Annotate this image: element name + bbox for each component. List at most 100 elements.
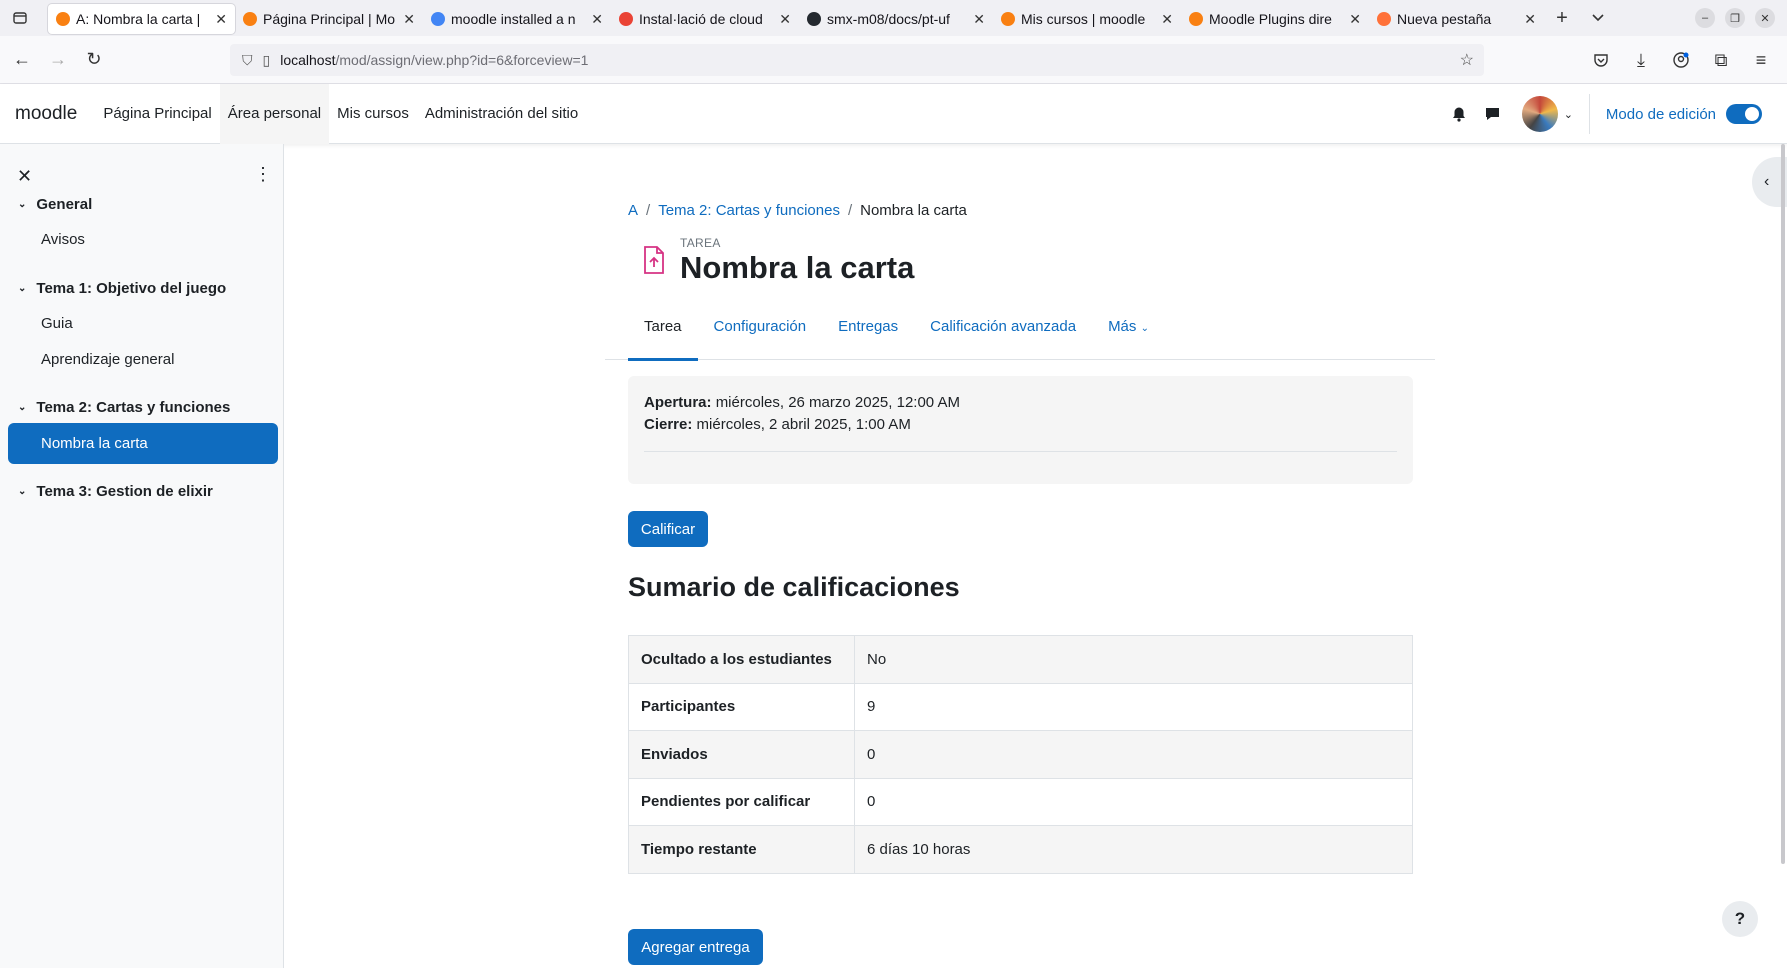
notifications-bell-icon[interactable] xyxy=(1442,106,1476,122)
moodle-header: moodle Página Principal Área personal Mis … xyxy=(0,83,1787,144)
tab-mas[interactable]: Más ⌄ xyxy=(1092,306,1165,360)
table-row: Participantes 9 xyxy=(628,682,1413,731)
account-icon[interactable] xyxy=(1663,42,1699,78)
chevron-down-icon[interactable]: ⌄ xyxy=(18,486,26,497)
primary-nav-item[interactable]: Área personal xyxy=(219,83,330,144)
app-menu-icon[interactable]: ≡ xyxy=(1743,42,1779,78)
close-window-icon[interactable]: ✕ xyxy=(1755,8,1775,28)
user-avatar[interactable] xyxy=(1521,96,1558,132)
breadcrumb-section-link[interactable]: Tema 2: Cartas y funciones xyxy=(658,202,840,219)
header-divider xyxy=(1588,94,1590,134)
course-item-nombra-la-carta[interactable]: Nombra la carta xyxy=(8,423,278,464)
tab-tarea[interactable]: Tarea xyxy=(628,306,698,361)
browser-tab[interactable]: Instal·lació de cloud ✕ xyxy=(611,4,799,34)
firefox-icon xyxy=(1377,12,1391,26)
site-brand[interactable]: moodle xyxy=(15,103,77,125)
page-info-icon[interactable]: ▯ xyxy=(263,52,271,69)
url-path: /mod/assign/view.php?id=6&forceview=1 xyxy=(335,52,589,68)
breadcrumb: A / Tema 2: Cartas y funciones / Nombra … xyxy=(628,202,967,219)
tab-title: smx-m08/docs/pt-uf xyxy=(827,11,950,27)
extensions-icon[interactable]: ⧉ xyxy=(1703,42,1739,78)
close-tab-icon[interactable]: ✕ xyxy=(1524,11,1536,28)
chevron-down-icon: ⌄ xyxy=(1140,323,1149,334)
bookmark-star-icon[interactable]: ☆ xyxy=(1460,50,1474,70)
close-date-row: Cierre: miércoles, 2 abril 2025, 1:00 AM xyxy=(644,416,911,433)
activity-type-label: TAREA xyxy=(680,236,721,250)
primary-navigation: Página Principal Área personal Mis cursos A… xyxy=(95,83,586,144)
browser-tab[interactable]: smx-m08/docs/pt-uf ✕ xyxy=(799,4,993,34)
tab-list-icon[interactable] xyxy=(0,0,40,36)
course-item-aprendizaje-general[interactable]: Aprendizaje general xyxy=(41,351,174,368)
tab-entregas[interactable]: Entregas xyxy=(822,306,914,360)
restore-window-icon[interactable]: ❐ xyxy=(1725,8,1745,28)
tab-title: Moodle Plugins dire xyxy=(1209,11,1332,27)
messages-icon[interactable] xyxy=(1476,106,1510,122)
browser-tab[interactable]: Página Principal | Mo ✕ xyxy=(235,4,423,34)
browser-tab[interactable]: Nueva pestaña ✕ xyxy=(1369,4,1544,34)
browser-tab[interactable]: A: Nombra la carta | ✕ xyxy=(48,4,235,34)
secondary-navigation: Tarea Configuración Entregas Calificació… xyxy=(605,306,1435,361)
primary-nav-item[interactable]: Página Principal xyxy=(95,84,219,144)
course-index-drawer: ✕ ⋮ ⌄ General Avisos ⌄ Tema 1: Objetivo de… xyxy=(0,144,284,968)
downloads-icon[interactable]: ⤓ xyxy=(1623,42,1659,78)
edit-mode-label: Modo de edición xyxy=(1605,105,1716,123)
close-tab-icon[interactable]: ✕ xyxy=(591,11,603,28)
course-section-tema-1[interactable]: ⌄ Tema 1: Objetivo del juego xyxy=(18,280,226,297)
url-bar[interactable]: ⛉ ▯ localhost/mod/assign/view.php?id=6&f… xyxy=(230,44,1484,76)
chevron-down-icon[interactable]: ⌄ xyxy=(18,402,26,413)
browser-tab[interactable]: moodle installed a n ✕ xyxy=(423,4,611,34)
tab-configuracion[interactable]: Configuración xyxy=(698,306,823,360)
help-button[interactable]: ? xyxy=(1722,901,1758,937)
github-icon xyxy=(807,12,821,26)
close-tab-icon[interactable]: ✕ xyxy=(215,11,227,28)
forward-icon[interactable]: → xyxy=(40,42,76,78)
tab-title: A: Nombra la carta | xyxy=(76,11,201,27)
close-tab-icon[interactable]: ✕ xyxy=(973,11,985,28)
pocket-icon[interactable] xyxy=(1583,42,1619,78)
activity-dates: Apertura: miércoles, 26 marzo 2025, 12:0… xyxy=(628,376,1413,484)
reload-icon[interactable]: ↻ xyxy=(76,42,112,78)
tab-title: moodle installed a n xyxy=(451,11,576,27)
tab-calificacion-avanzada[interactable]: Calificación avanzada xyxy=(914,306,1092,360)
course-section-tema-3[interactable]: ⌄ Tema 3: Gestion de elixir xyxy=(18,483,213,500)
course-section-general[interactable]: ⌄ General xyxy=(18,196,92,213)
moodle-orange-icon xyxy=(1189,12,1203,26)
divider xyxy=(644,451,1397,452)
add-submission-button[interactable]: Agregar entrega xyxy=(628,929,763,965)
new-tab-button[interactable]: + xyxy=(1544,0,1580,36)
tab-title: Mis cursos | moodle xyxy=(1021,11,1146,27)
grade-button[interactable]: Calificar xyxy=(628,511,708,547)
back-icon[interactable]: ← xyxy=(4,42,40,78)
chevron-down-icon[interactable]: ⌄ xyxy=(18,283,26,294)
course-item-guia[interactable]: Guia xyxy=(41,315,73,332)
course-item-avisos[interactable]: Avisos xyxy=(41,231,85,248)
tab-title: Página Principal | Mo xyxy=(263,11,396,27)
edit-mode-toggle[interactable] xyxy=(1726,104,1762,124)
close-tab-icon[interactable]: ✕ xyxy=(779,11,791,28)
tracking-shield-icon[interactable]: ⛉ xyxy=(242,52,253,69)
course-section-tema-2[interactable]: ⌄ Tema 2: Cartas y funciones xyxy=(18,399,230,416)
breadcrumb-course-link[interactable]: A xyxy=(628,202,638,219)
tab-menu-chevron-icon[interactable] xyxy=(1580,0,1616,36)
table-row: Pendientes por calificar 0 xyxy=(628,777,1413,826)
moodle-orange-icon xyxy=(243,12,257,26)
user-menu-chevron-icon[interactable]: ⌄ xyxy=(1564,108,1573,121)
tab-title: Instal·lació de cloud xyxy=(639,11,763,27)
gmail-icon xyxy=(619,12,633,26)
drawer-options-icon[interactable]: ⋮ xyxy=(254,164,272,185)
close-tab-icon[interactable]: ✕ xyxy=(1349,11,1361,28)
table-row: Ocultado a los estudiantes No xyxy=(628,635,1413,684)
primary-nav-item[interactable]: Administración del sitio xyxy=(417,84,586,144)
url-host: localhost xyxy=(280,52,336,68)
table-row: Enviados 0 xyxy=(628,730,1413,779)
close-drawer-icon[interactable]: ✕ xyxy=(17,166,32,187)
primary-nav-item[interactable]: Mis cursos xyxy=(329,84,417,144)
browser-tab[interactable]: Moodle Plugins dire ✕ xyxy=(1181,4,1369,34)
chevron-down-icon[interactable]: ⌄ xyxy=(18,199,26,210)
browser-tab[interactable]: Mis cursos | moodle ✕ xyxy=(993,4,1181,34)
close-tab-icon[interactable]: ✕ xyxy=(403,11,415,28)
google-icon xyxy=(431,12,445,26)
page-scrollbar[interactable] xyxy=(1781,144,1785,864)
close-tab-icon[interactable]: ✕ xyxy=(1161,11,1173,28)
minimize-window-icon[interactable]: – xyxy=(1695,8,1715,28)
